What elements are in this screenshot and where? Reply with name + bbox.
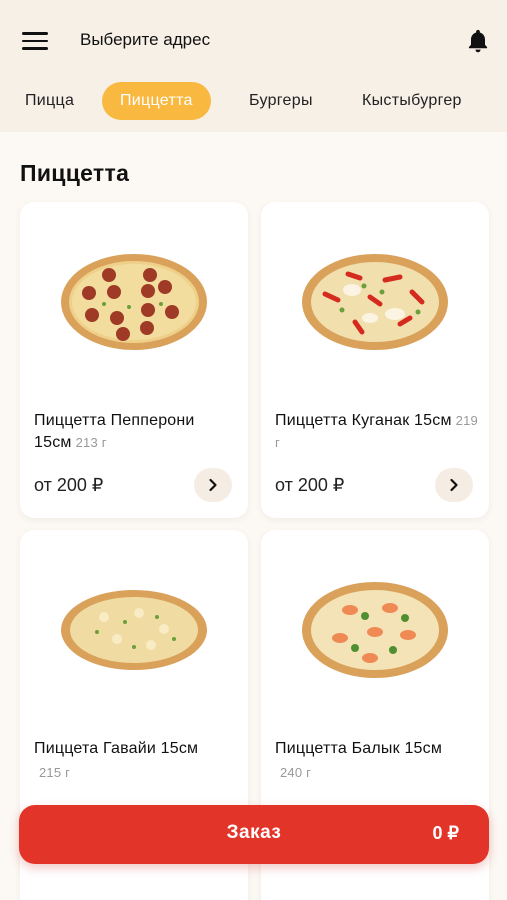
bell-icon[interactable] xyxy=(464,27,492,55)
product-card-kuganak[interactable]: Пиццетта Куганак 15см 219 г от 200 ₽ xyxy=(261,202,489,518)
top-header: Выберите адрес Пицца Пиццетта Бургеры Кы… xyxy=(0,0,507,132)
product-name: Пиццетта Балык 15см 240 г xyxy=(275,738,480,784)
chevron-right-icon xyxy=(209,478,217,492)
open-product-button[interactable] xyxy=(194,468,232,502)
hawaii-pizza-image xyxy=(20,530,248,730)
order-button[interactable]: Заказ 0 ₽ xyxy=(19,805,489,864)
address-selector[interactable]: Выберите адрес xyxy=(80,30,210,50)
tab-kystyburger[interactable]: Кыстыбургер xyxy=(362,82,462,120)
section-title: Пиццетта xyxy=(20,160,130,186)
order-total: 0 ₽ xyxy=(432,823,459,843)
product-weight: 215 г xyxy=(39,765,71,780)
product-card-pepperoni[interactable]: Пиццетта Пепперони 15см 213 г от 200 ₽ xyxy=(20,202,248,518)
product-name: Пиццетта Куганак 15см 219 г xyxy=(275,412,478,450)
hamburger-menu-icon[interactable] xyxy=(22,30,48,52)
open-product-button[interactable] xyxy=(435,468,473,502)
balyk-pizza-image xyxy=(261,530,489,730)
order-label: Заказ xyxy=(226,822,282,843)
product-weight: 213 г xyxy=(75,435,107,450)
tab-pizzetta[interactable]: Пиццетта xyxy=(102,82,211,120)
kuganak-pizza-image xyxy=(261,202,489,402)
pepperoni-pizza-image xyxy=(20,202,248,402)
category-tabs: Пицца Пиццетта Бургеры Кыстыбургер xyxy=(0,82,507,120)
product-weight: 240 г xyxy=(280,765,312,780)
product-name: Пиццетта Пепперони 15см 213 г xyxy=(34,412,195,451)
chevron-right-icon xyxy=(450,478,458,492)
tab-pizza[interactable]: Пицца xyxy=(25,82,74,120)
product-price: от 200 ₽ xyxy=(275,475,345,495)
product-name: Пиццета Гавайи 15см 215 г xyxy=(34,738,239,784)
tab-burgers[interactable]: Бургеры xyxy=(249,82,313,120)
product-price: от 200 ₽ xyxy=(34,475,104,495)
